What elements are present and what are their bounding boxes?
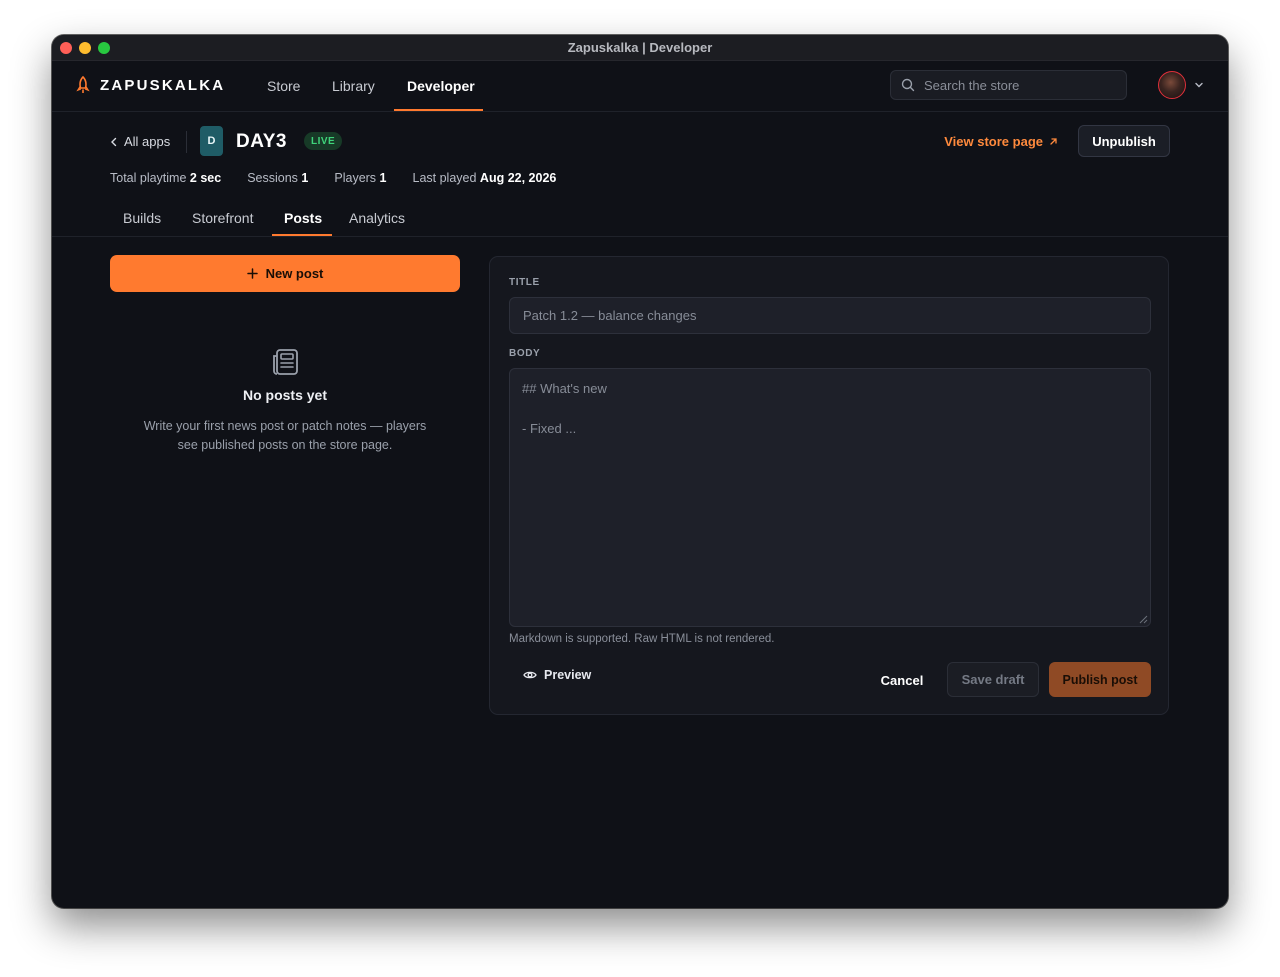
chevron-left-icon xyxy=(111,137,117,146)
tab-analytics[interactable]: Analytics xyxy=(349,210,405,226)
title-label: TITLE xyxy=(509,277,540,288)
markdown-note: Markdown is supported. Raw HTML is not r… xyxy=(509,633,775,645)
header-divider xyxy=(186,131,187,153)
app-name: DAY3 xyxy=(236,131,287,152)
search-icon xyxy=(901,78,915,92)
post-editor: TITLE BODY Markdown is supported. Raw HT… xyxy=(489,256,1169,715)
nav-link-store[interactable]: Store xyxy=(267,78,300,94)
maximize-window-button[interactable] xyxy=(98,42,110,54)
search-input[interactable] xyxy=(922,76,1116,94)
posts-empty-state: No posts yet Write your first news post … xyxy=(110,347,460,455)
app-header: All apps D DAY3 LIVE View store page Unp… xyxy=(110,125,1170,161)
eye-icon xyxy=(523,671,537,679)
window-controls xyxy=(60,42,110,54)
tab-posts[interactable]: Posts xyxy=(284,210,322,226)
minimize-window-button[interactable] xyxy=(79,42,91,54)
nav-link-developer[interactable]: Developer xyxy=(407,78,475,94)
app-stats: Total playtime 2 sec Sessions 1 Players … xyxy=(110,171,556,185)
save-draft-button[interactable]: Save draft xyxy=(947,662,1039,697)
top-nav: ZAPUSKALKA Store Library Developer xyxy=(52,61,1228,112)
external-link-icon xyxy=(1050,138,1057,145)
store-link-label: View store page xyxy=(944,134,1043,149)
preview-button[interactable]: Preview xyxy=(517,667,597,683)
rocket-icon xyxy=(76,76,90,93)
search-box[interactable] xyxy=(890,70,1127,100)
new-post-button[interactable]: New post xyxy=(110,255,460,292)
cancel-button[interactable]: Cancel xyxy=(868,663,936,697)
app-window: Zapuskalka | Developer ZAPUSKALKA Store … xyxy=(52,35,1228,908)
unpublish-button[interactable]: Unpublish xyxy=(1078,125,1170,157)
tabs-divider xyxy=(52,236,1228,237)
body-label: BODY xyxy=(509,348,541,359)
view-store-page-link[interactable]: View store page xyxy=(944,134,1058,149)
empty-state-description: Write your first news post or patch note… xyxy=(143,419,427,452)
user-avatar[interactable] xyxy=(1158,71,1186,99)
newspaper-icon xyxy=(273,349,298,375)
app-icon: D xyxy=(200,126,223,156)
tab-storefront[interactable]: Storefront xyxy=(192,210,253,226)
post-body-input[interactable] xyxy=(509,368,1151,627)
brand-logo[interactable]: ZAPUSKALKA xyxy=(76,76,225,94)
active-nav-indicator xyxy=(394,109,483,111)
resize-handle-icon[interactable] xyxy=(1139,615,1148,624)
new-post-label: New post xyxy=(265,266,324,281)
back-to-all-apps[interactable]: All apps xyxy=(110,134,170,149)
tab-builds[interactable]: Builds xyxy=(123,210,161,226)
title-bar: Zapuskalka | Developer xyxy=(52,35,1228,61)
brand-name: ZAPUSKALKA xyxy=(100,76,226,94)
app-tabs: Builds Storefront Posts Analytics xyxy=(110,198,1228,236)
window-title: Zapuskalka | Developer xyxy=(567,40,713,55)
stat-sessions: Sessions 1 xyxy=(247,171,309,185)
chevron-down-icon[interactable] xyxy=(1194,81,1204,89)
stat-last-played: Last played Aug 22, 2026 xyxy=(412,171,557,185)
plus-icon xyxy=(246,268,258,279)
stat-players: Players 1 xyxy=(334,171,387,185)
back-label: All apps xyxy=(124,134,171,149)
nav-link-library[interactable]: Library xyxy=(332,78,375,94)
stat-total-playtime: Total playtime 2 sec xyxy=(110,171,222,185)
post-title-input[interactable] xyxy=(509,297,1151,334)
empty-state-title: No posts yet xyxy=(242,387,327,403)
publish-post-button[interactable]: Publish post xyxy=(1049,662,1151,697)
close-window-button[interactable] xyxy=(60,42,72,54)
status-badge: LIVE xyxy=(304,132,343,150)
preview-label: Preview xyxy=(544,668,592,682)
